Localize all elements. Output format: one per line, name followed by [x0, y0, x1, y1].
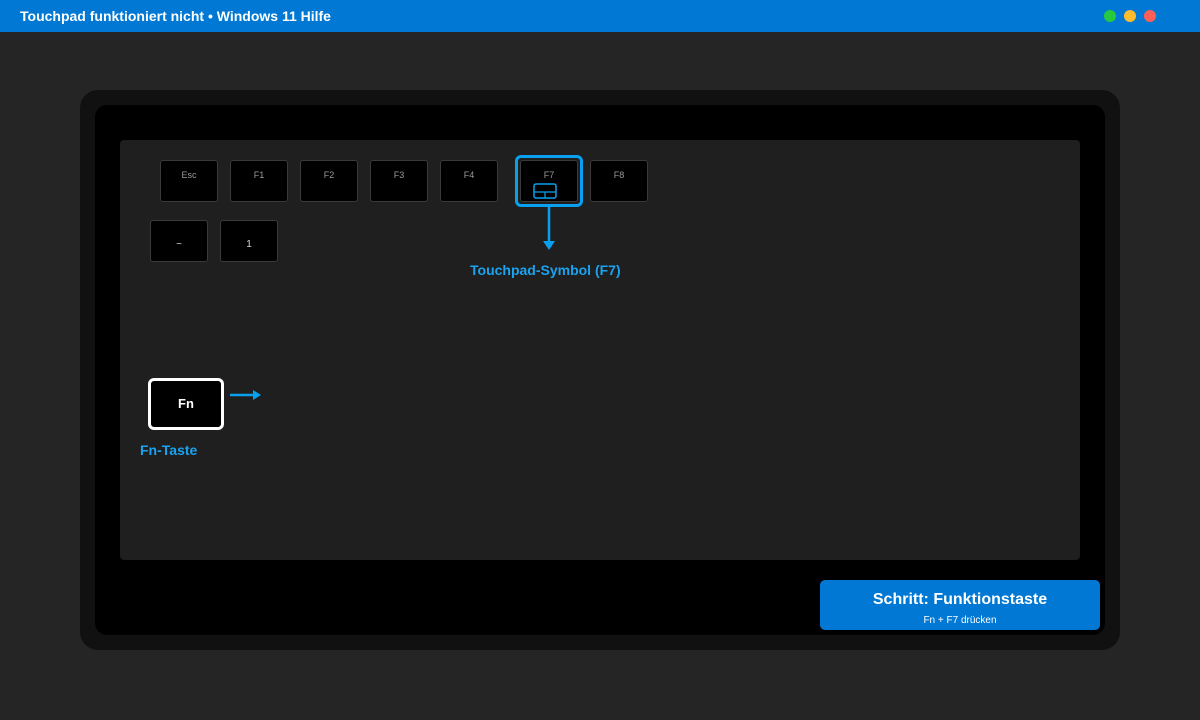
arrow-down-icon [543, 207, 555, 250]
key-f2: F2 [300, 160, 358, 202]
key-label: F3 [393, 170, 405, 180]
step-card: Schritt: Funktionstaste Fn + F7 drücken [820, 580, 1100, 630]
key-1: 1 [220, 220, 278, 262]
key-f8: F8 [590, 160, 648, 202]
step-subtitle: Fn + F7 drücken [923, 615, 997, 626]
key-label: Fn [178, 396, 194, 411]
key-label: F4 [463, 170, 475, 180]
maximize-button[interactable] [1104, 10, 1116, 22]
key-f7: F7 [520, 160, 578, 202]
key-f4: F4 [440, 160, 498, 202]
key-fn: Fn [148, 378, 224, 430]
fn-key-callout: Fn-Taste [140, 442, 198, 458]
key-label: 1 [246, 239, 252, 250]
step-title: Schritt: Funktionstaste [872, 591, 1048, 608]
keyboard-area [120, 140, 1080, 560]
key-label: F8 [613, 170, 625, 180]
touchpad-symbol-callout: Touchpad-Symbol (F7) [470, 262, 621, 278]
key-esc: Esc [160, 160, 218, 202]
arrow-right-icon [230, 390, 261, 400]
key-tilde: ~ [150, 220, 208, 262]
key-label: ~ [176, 239, 182, 250]
key-label: F7 [543, 170, 555, 180]
close-button[interactable] [1144, 10, 1156, 22]
key-label: F1 [253, 170, 265, 180]
key-f1: F1 [230, 160, 288, 202]
window-title: Touchpad funktioniert nicht • Windows 11… [20, 8, 331, 24]
title-bar: Touchpad funktioniert nicht • Windows 11… [0, 0, 1200, 32]
touchpad-icon [533, 183, 557, 199]
key-f3: F3 [370, 160, 428, 202]
minimize-button[interactable] [1124, 10, 1136, 22]
key-label: F2 [323, 170, 335, 180]
key-label: Esc [181, 170, 197, 180]
